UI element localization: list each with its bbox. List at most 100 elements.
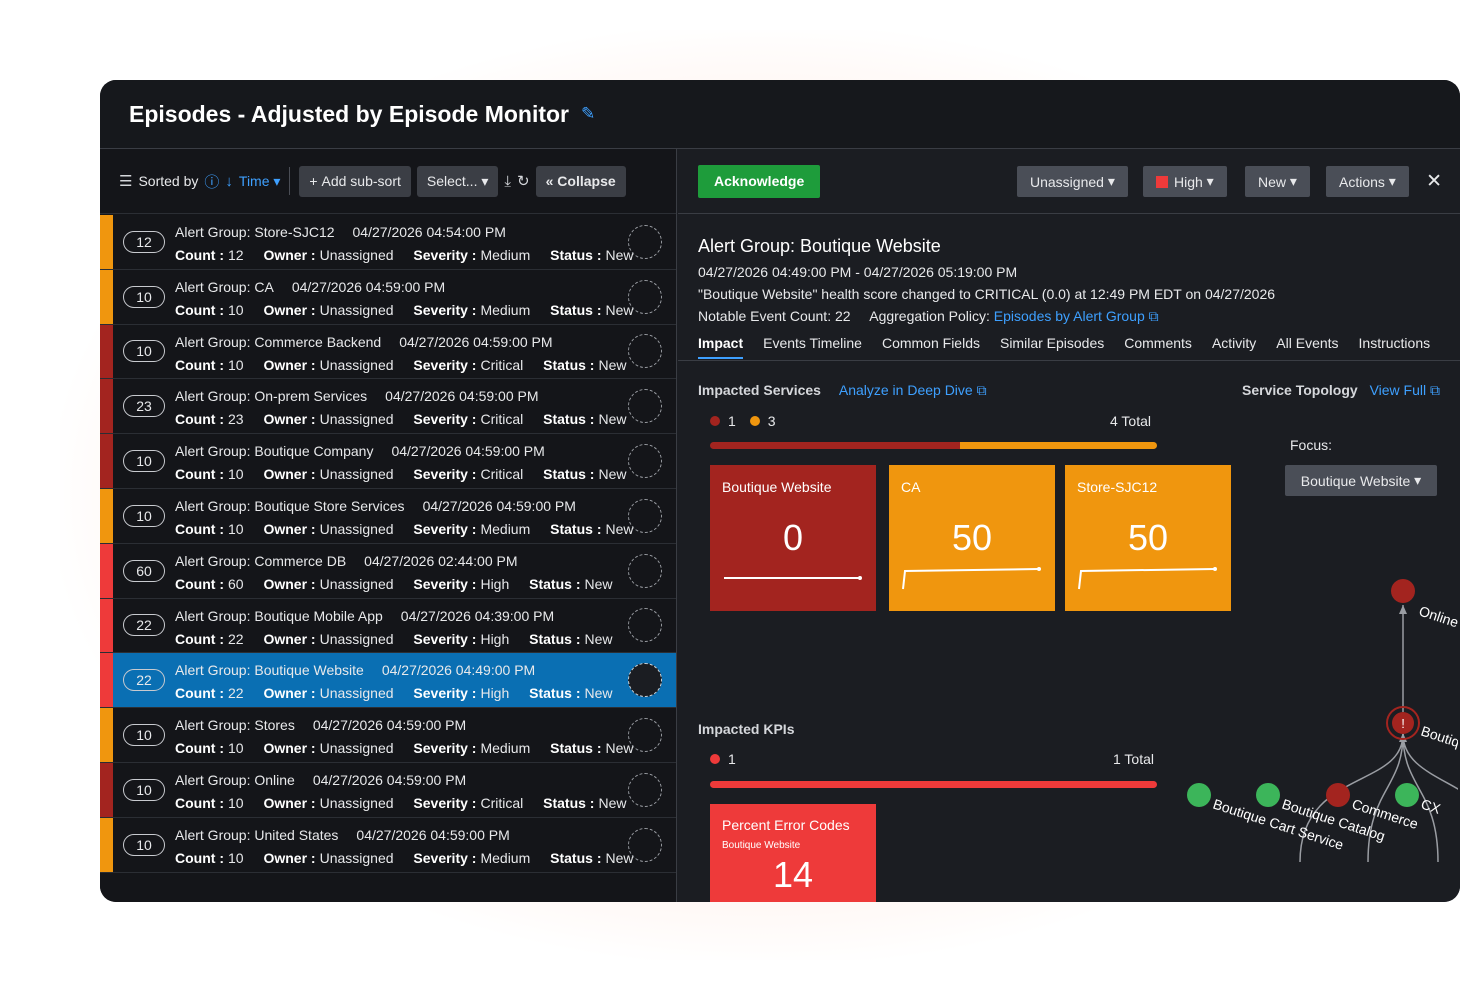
status-dropdown[interactable]: New ▾ bbox=[1245, 166, 1310, 197]
episode-header: Alert Group: United States 04/27/2026 04:… bbox=[175, 824, 650, 847]
episode-row[interactable]: 22 Alert Group: Boutique Mobile App 04/27… bbox=[100, 598, 676, 654]
status-field-value: New bbox=[584, 630, 613, 647]
tab-common-fields[interactable]: Common Fields bbox=[882, 335, 980, 360]
episode-row[interactable]: 10 Alert Group: Commerce Backend 04/27/20… bbox=[100, 324, 676, 380]
deep-dive-link[interactable]: Analyze in Deep Dive ⧉ bbox=[839, 382, 987, 398]
episode-summary: Alert Group: Boutique Website 04/27/2026… bbox=[698, 235, 1275, 327]
node-cart[interactable] bbox=[1187, 783, 1211, 807]
count-field-label: Count : bbox=[175, 740, 224, 757]
sort-direction-icon[interactable]: ↓ bbox=[225, 173, 233, 190]
episode-text: Alert Group: Online 04/27/2026 04:59:00 P… bbox=[175, 769, 642, 815]
sort-field-dropdown[interactable]: Time ▾ bbox=[239, 173, 281, 190]
episode-row[interactable]: 10 Alert Group: United States 04/27/2026 … bbox=[100, 817, 676, 873]
tab-all-events[interactable]: All Events bbox=[1276, 335, 1338, 360]
status-field-label: Status : bbox=[550, 849, 602, 866]
node-commerce[interactable] bbox=[1326, 783, 1350, 807]
count-field: Count :60 bbox=[175, 576, 244, 592]
episode-row[interactable]: 60 Alert Group: Commerce DB 04/27/2026 02… bbox=[100, 543, 676, 599]
service-tile-name: CA bbox=[901, 479, 921, 495]
episode-row[interactable]: 10 Alert Group: Boutique Store Services 0… bbox=[100, 488, 676, 544]
refresh-icon[interactable]: ↻ bbox=[517, 172, 530, 190]
episode-fields: Count :10 Owner : Unassigned Severity : Cr… bbox=[175, 354, 642, 377]
node-cx[interactable] bbox=[1395, 783, 1419, 807]
episode-row[interactable]: 22 Alert Group: Boutique Website 04/27/20… bbox=[100, 653, 676, 709]
count-field: Count :10 bbox=[175, 850, 244, 866]
tab-instructions[interactable]: Instructions bbox=[1359, 335, 1431, 360]
owner-field-label: Owner : bbox=[263, 247, 316, 263]
help-icon[interactable]: ⓘ bbox=[204, 171, 219, 192]
owner-field-value: Unassigned bbox=[319, 575, 394, 592]
owner-field: Owner : Unassigned bbox=[263, 795, 393, 811]
node-online[interactable] bbox=[1391, 579, 1415, 603]
download-icon[interactable]: ⤓ bbox=[504, 173, 511, 190]
collapse-button[interactable]: « Collapse bbox=[535, 165, 626, 197]
count-field: Count :10 bbox=[175, 302, 244, 318]
episode-header: Alert Group: Boutique Website 04/27/2026 … bbox=[175, 659, 629, 682]
episode-select-circle[interactable] bbox=[628, 224, 662, 259]
episode-select-circle[interactable] bbox=[628, 553, 662, 588]
severity-field-value: Medium bbox=[480, 301, 531, 318]
episode-time-range: 04/27/2026 04:49:00 PM - 04/27/2026 05:1… bbox=[698, 264, 1018, 280]
close-icon[interactable]: ✕ bbox=[1426, 170, 1442, 193]
count-field-label: Count : bbox=[175, 575, 224, 592]
episode-row[interactable]: 10 Alert Group: CA 04/27/2026 04:59:00 PM… bbox=[100, 269, 676, 325]
episode-select-circle[interactable] bbox=[628, 663, 662, 698]
count-field-label: Count : bbox=[175, 630, 224, 647]
episode-header: Alert Group: Store-SJC12 04/27/2026 04:54… bbox=[175, 221, 650, 244]
episode-select-circle[interactable] bbox=[628, 389, 662, 424]
kpi-tile[interactable]: Percent Error Codes Boutique Website 14 bbox=[710, 804, 876, 902]
aggregation-policy-link-text: Episodes by Alert Group bbox=[993, 308, 1145, 324]
event-count-badge: 12 bbox=[123, 230, 165, 253]
tab-impact[interactable]: Impact bbox=[698, 335, 744, 359]
episode-row[interactable]: 10 Alert Group: Boutique Company 04/27/20… bbox=[100, 434, 676, 489]
episode-fields: Count :10 Owner : Unassigned Severity : Me… bbox=[175, 299, 650, 322]
severity-field-label: Severity : bbox=[413, 849, 477, 866]
episode-time: 04/27/2026 04:59:00 PM bbox=[422, 497, 576, 514]
episode-row[interactable]: 12 Alert Group: Store-SJC12 04/27/2026 04… bbox=[100, 215, 676, 270]
episode-select-circle[interactable] bbox=[628, 772, 662, 807]
aggregation-policy-link[interactable]: Episodes by Alert Group ⧉ bbox=[994, 308, 1159, 324]
actions-dropdown[interactable]: Actions ▾ bbox=[1326, 166, 1409, 197]
episode-select-circle[interactable] bbox=[628, 334, 662, 369]
episode-row[interactable]: 10 Alert Group: Stores 04/27/2026 04:59:0… bbox=[100, 708, 676, 763]
view-full-link[interactable]: View Full ⧉ bbox=[1370, 382, 1440, 398]
severity-bar bbox=[100, 434, 113, 488]
episode-header: Alert Group: Stores 04/27/2026 04:59:00 P… bbox=[175, 714, 650, 737]
count-field-label: Count : bbox=[175, 520, 224, 537]
acknowledge-button[interactable]: Acknowledge bbox=[698, 164, 821, 198]
add-sub-sort-button[interactable]: + Add sub-sort bbox=[299, 165, 411, 197]
count-field-value: 10 bbox=[227, 849, 244, 866]
episode-row[interactable]: 10 Alert Group: Online 04/27/2026 04:59:0… bbox=[100, 762, 676, 818]
owner-field-value: Unassigned bbox=[319, 466, 394, 483]
owner-field: Owner : Unassigned bbox=[263, 685, 393, 701]
severity-field: Severity : Medium bbox=[413, 850, 530, 866]
tab-comments[interactable]: Comments bbox=[1124, 335, 1192, 360]
tab-activity[interactable]: Activity bbox=[1212, 335, 1256, 360]
select-dropdown[interactable]: Select... ▾ bbox=[416, 165, 499, 197]
episode-group: Alert Group: Store-SJC12 bbox=[175, 224, 335, 240]
count-field: Count :10 bbox=[175, 795, 244, 811]
service-tile[interactable]: CA 50 bbox=[889, 465, 1055, 611]
status-field: Status : New bbox=[543, 466, 626, 482]
episode-fields: Count :22 Owner : Unassigned Severity : Hi… bbox=[175, 682, 629, 705]
episode-select-circle[interactable] bbox=[628, 444, 662, 479]
episode-select-circle[interactable] bbox=[628, 827, 662, 862]
event-count-badge: 10 bbox=[123, 778, 165, 801]
status-field: Status : New bbox=[529, 685, 612, 701]
severity-dropdown[interactable]: High ▾ bbox=[1143, 166, 1227, 197]
severity-dropdown-label: High bbox=[1174, 173, 1203, 190]
tab-events-timeline[interactable]: Events Timeline bbox=[763, 335, 862, 360]
episode-select-circle[interactable] bbox=[628, 718, 662, 753]
edit-pencil-icon[interactable]: ✎ bbox=[581, 104, 595, 124]
status-field-value: New bbox=[598, 466, 627, 483]
node-catalog[interactable] bbox=[1256, 783, 1280, 807]
episode-select-circle[interactable] bbox=[628, 498, 662, 533]
episode-row[interactable]: 23 Alert Group: On-prem Services 04/27/20… bbox=[100, 379, 676, 435]
episode-select-circle[interactable] bbox=[628, 608, 662, 643]
owner-dropdown[interactable]: Unassigned ▾ bbox=[1017, 166, 1128, 197]
episode-group: Alert Group: Stores bbox=[175, 717, 295, 734]
count-field-value: 10 bbox=[227, 740, 244, 757]
tab-similar-episodes[interactable]: Similar Episodes bbox=[1000, 335, 1104, 360]
episode-select-circle[interactable] bbox=[628, 279, 662, 314]
service-tile[interactable]: Boutique Website 0 bbox=[710, 465, 876, 611]
